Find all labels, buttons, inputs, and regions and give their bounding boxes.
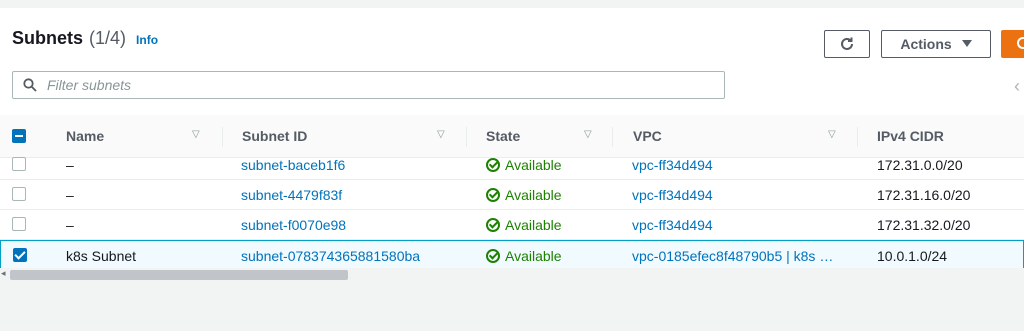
actions-button-label: Actions [900, 36, 952, 52]
caret-down-icon [961, 40, 972, 47]
sort-icon[interactable]: ▽ [437, 129, 445, 140]
table-row[interactable]: – subnet-baceb1f6 Available vpc-ff34d494… [0, 150, 1024, 180]
cell-vpc[interactable]: vpc-ff34d494 [632, 150, 713, 179]
search-icon [23, 78, 37, 92]
sort-icon[interactable]: ▽ [192, 129, 200, 140]
cell-name: – [66, 186, 74, 203]
cell-state: Available [486, 241, 562, 270]
cell-ipv4-cidr: 172.31.32.0/20 [877, 216, 971, 233]
table-row[interactable]: – subnet-4479f83f Available vpc-ff34d494… [0, 180, 1024, 210]
create-subnet-button[interactable] [1001, 30, 1024, 58]
cell-vpc[interactable]: vpc-ff34d494 [632, 180, 713, 209]
cell-state: Available [486, 180, 562, 209]
cell-subnet-id[interactable]: subnet-4479f83f [241, 180, 342, 209]
cell-subnet-id[interactable]: subnet-f0070e98 [241, 210, 346, 239]
chevron-left-icon[interactable]: ‹ [1014, 76, 1020, 97]
panel-header: Subnets (1/4) Info [12, 28, 158, 58]
table-row-selected[interactable]: k8s Subnet subnet-07837436588158​0ba Ava… [0, 240, 1024, 269]
cell-name: – [66, 156, 74, 173]
state-label: Available [505, 247, 562, 264]
cell-state: Available [486, 210, 562, 239]
check-circle-icon [486, 187, 500, 202]
search-box[interactable] [12, 71, 725, 99]
state-label: Available [505, 186, 562, 203]
refresh-icon [841, 37, 853, 50]
cell-ipv4-cidr: 172.31.16.0/20 [877, 186, 971, 203]
check-circle-icon [486, 217, 500, 232]
cell-ipv4-cidr: 10.0.1.0/24 [877, 247, 948, 264]
button-glyph-icon [1017, 37, 1024, 49]
search-input[interactable] [45, 76, 649, 94]
actions-button[interactable]: Actions [881, 30, 991, 58]
column-divider[interactable] [222, 127, 223, 147]
column-divider[interactable] [466, 127, 467, 147]
scrollbar-thumb[interactable] [10, 270, 348, 280]
check-circle-icon [486, 248, 500, 263]
selection-count: (1/4) [89, 28, 127, 48]
column-divider[interactable] [857, 127, 858, 147]
cell-ipv4-cidr: 172.31.0.0/20 [877, 156, 963, 173]
row-checkbox[interactable] [12, 217, 26, 231]
page-title: Subnets [12, 28, 84, 48]
scroll-left-arrow-icon[interactable]: ◂ [1, 268, 6, 279]
sort-icon[interactable]: ▽ [584, 129, 592, 140]
cell-name: k8s Subnet [66, 247, 137, 264]
column-divider[interactable] [612, 127, 613, 147]
cell-vpc[interactable]: vpc-0185efec8f48790b5 | k8s … [632, 241, 833, 270]
state-label: Available [505, 156, 562, 173]
check-circle-icon [486, 157, 500, 172]
subnets-panel: Subnets (1/4) Info Actions ‹ Name ▽ Subn… [0, 8, 1024, 270]
refresh-button[interactable] [824, 30, 870, 58]
cell-vpc[interactable]: vpc-ff34d494 [632, 210, 713, 239]
cell-name: – [66, 216, 74, 233]
cell-subnet-id[interactable]: subnet-07837436588158​0ba [241, 241, 420, 270]
cell-state: Available [486, 150, 562, 179]
row-checkbox[interactable] [12, 187, 26, 201]
state-label: Available [505, 216, 562, 233]
row-checkbox[interactable] [12, 157, 26, 171]
sort-icon[interactable]: ▽ [828, 129, 836, 140]
info-link[interactable]: Info [136, 33, 158, 47]
table-row[interactable]: – subnet-f0070e98 Available vpc-ff34d494… [0, 210, 1024, 240]
row-checkbox-checked[interactable] [13, 248, 27, 262]
horizontal-scrollbar[interactable]: ◂ [0, 268, 1024, 282]
cell-subnet-id[interactable]: subnet-baceb1f6 [241, 150, 345, 179]
select-all-checkbox[interactable] [12, 129, 26, 143]
